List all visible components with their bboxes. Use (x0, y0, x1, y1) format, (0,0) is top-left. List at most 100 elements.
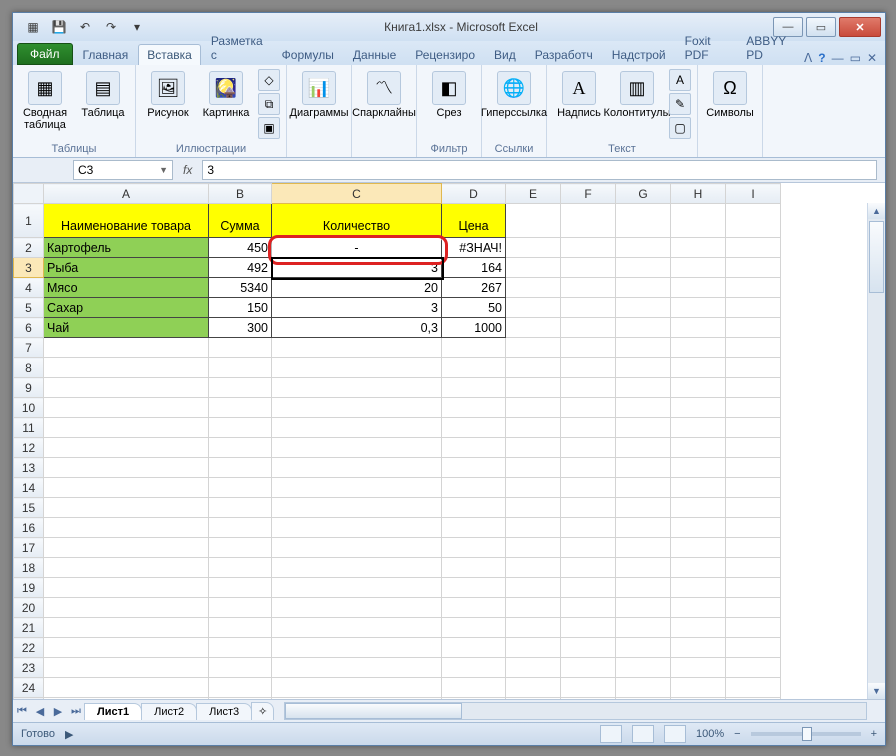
cell[interactable] (726, 438, 781, 458)
cell[interactable] (671, 638, 726, 658)
cell[interactable] (616, 478, 671, 498)
cell[interactable] (616, 298, 671, 318)
cell[interactable] (616, 678, 671, 698)
cell-name[interactable]: Чай (44, 318, 209, 338)
cell[interactable] (272, 518, 442, 538)
cell[interactable]: 150 (209, 298, 272, 318)
tab-foxit[interactable]: Foxit PDF (676, 30, 737, 65)
sheet-tab-1[interactable]: Лист1 (84, 703, 142, 720)
cell[interactable] (506, 278, 561, 298)
row-header-4[interactable]: 4 (14, 278, 44, 298)
row-header-1[interactable]: 1 (14, 204, 44, 238)
cell[interactable] (272, 438, 442, 458)
cell[interactable] (561, 478, 616, 498)
cell[interactable]: 1000 (442, 318, 506, 338)
cell[interactable] (272, 458, 442, 478)
cell[interactable] (616, 558, 671, 578)
row-header-11[interactable]: 11 (14, 418, 44, 438)
cell[interactable] (442, 478, 506, 498)
cell[interactable] (44, 478, 209, 498)
col-header-F[interactable]: F (561, 184, 616, 204)
cell[interactable] (44, 598, 209, 618)
cell[interactable] (726, 538, 781, 558)
macro-record-icon[interactable]: ▶ (65, 728, 73, 741)
cell[interactable] (272, 558, 442, 578)
horizontal-scroll-thumb[interactable] (285, 703, 461, 719)
cell[interactable] (671, 258, 726, 278)
cell[interactable] (726, 678, 781, 698)
cell[interactable] (209, 418, 272, 438)
cell[interactable] (506, 318, 561, 338)
cell[interactable]: 300 (209, 318, 272, 338)
cell[interactable] (209, 518, 272, 538)
sheet-nav-first-icon[interactable]: ⏮ (13, 703, 31, 719)
cell[interactable] (44, 558, 209, 578)
cell[interactable] (44, 678, 209, 698)
cell[interactable]: 20 (272, 278, 442, 298)
header-cell[interactable]: Наименование товара (44, 204, 209, 238)
row-header-20[interactable]: 20 (14, 598, 44, 618)
cell[interactable] (209, 438, 272, 458)
row-header-13[interactable]: 13 (14, 458, 44, 478)
tab-data[interactable]: Данные (344, 44, 405, 65)
cell[interactable] (44, 618, 209, 638)
cell[interactable] (442, 618, 506, 638)
cell[interactable] (671, 418, 726, 438)
sheet-tab-2[interactable]: Лист2 (141, 703, 197, 720)
cell[interactable] (726, 578, 781, 598)
cell[interactable] (671, 378, 726, 398)
cell[interactable]: 3 (272, 258, 442, 278)
row-header-15[interactable]: 15 (14, 498, 44, 518)
undo-icon[interactable]: ↶ (73, 16, 97, 38)
cell[interactable] (272, 358, 442, 378)
cell[interactable] (561, 378, 616, 398)
cell[interactable] (561, 338, 616, 358)
cell[interactable] (561, 318, 616, 338)
cell[interactable] (671, 204, 726, 238)
cell[interactable] (506, 338, 561, 358)
cell[interactable] (506, 478, 561, 498)
row-header-8[interactable]: 8 (14, 358, 44, 378)
cell[interactable] (209, 658, 272, 678)
cell[interactable] (442, 538, 506, 558)
cell[interactable] (726, 378, 781, 398)
cell[interactable] (442, 638, 506, 658)
cell[interactable] (616, 378, 671, 398)
cell[interactable] (671, 498, 726, 518)
cell[interactable]: 450 (209, 238, 272, 258)
redo-icon[interactable]: ↷ (99, 16, 123, 38)
cell[interactable] (442, 458, 506, 478)
cell[interactable] (442, 558, 506, 578)
cell[interactable] (561, 358, 616, 378)
help-icon[interactable]: ? (818, 51, 825, 65)
sheet-nav-last-icon[interactable]: ⏭ (67, 703, 85, 719)
cell[interactable] (272, 538, 442, 558)
col-header-G[interactable]: G (616, 184, 671, 204)
sparklines-button[interactable]: 〽Спарклайны (358, 69, 410, 119)
cell[interactable] (726, 478, 781, 498)
cell[interactable] (44, 438, 209, 458)
new-sheet-button[interactable]: ✧ (251, 702, 274, 720)
col-header-A[interactable]: A (44, 184, 209, 204)
cell[interactable] (506, 678, 561, 698)
cell[interactable] (561, 458, 616, 478)
cell[interactable] (44, 378, 209, 398)
cell[interactable] (44, 418, 209, 438)
cell[interactable] (506, 258, 561, 278)
cell[interactable] (209, 398, 272, 418)
cell[interactable] (209, 558, 272, 578)
cell[interactable] (506, 358, 561, 378)
cell[interactable] (442, 378, 506, 398)
cell[interactable] (561, 558, 616, 578)
qat-more-icon[interactable]: ▾ (125, 16, 149, 38)
cell[interactable] (272, 378, 442, 398)
object-icon[interactable]: ▢ (669, 117, 691, 139)
tab-insert[interactable]: Вставка (138, 44, 201, 65)
ribbon-minimize-icon[interactable]: ᐱ (804, 51, 812, 65)
cell[interactable] (506, 204, 561, 238)
cell[interactable] (726, 398, 781, 418)
cell[interactable] (616, 538, 671, 558)
col-header-H[interactable]: H (671, 184, 726, 204)
signature-icon[interactable]: ✎ (669, 93, 691, 115)
cell[interactable] (726, 418, 781, 438)
